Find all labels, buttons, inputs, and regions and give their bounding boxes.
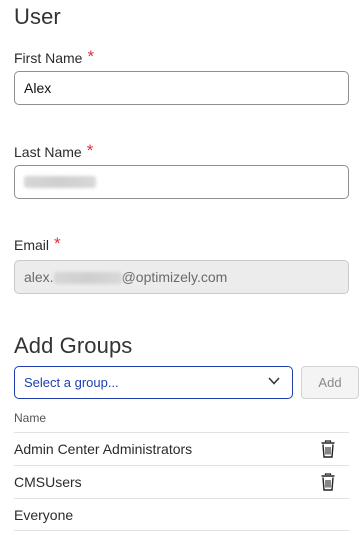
first-name-value: Alex <box>24 80 52 96</box>
trash-icon[interactable] <box>320 473 336 491</box>
divider <box>14 498 349 499</box>
email-input: alex. @optimizely.com <box>14 260 349 294</box>
group-row-name: Everyone <box>14 507 74 523</box>
add-groups-title: Add Groups <box>14 333 133 358</box>
divider <box>14 530 349 531</box>
group-select[interactable]: Select a group... <box>14 366 293 399</box>
email-label-text: Email <box>14 237 50 253</box>
trash-icon[interactable] <box>320 440 336 458</box>
first-name-input[interactable]: Alex <box>14 71 349 105</box>
group-row-name: CMSUsers <box>14 474 82 490</box>
required-asterisk: * <box>87 47 95 66</box>
user-section-title: User <box>14 4 61 29</box>
group-select-placeholder: Select a group... <box>24 375 119 390</box>
email-label: Email * <box>14 234 61 255</box>
divider <box>14 465 349 466</box>
email-value-prefix: alex. <box>24 269 54 285</box>
divider <box>14 432 349 433</box>
last-name-input[interactable] <box>14 165 349 199</box>
redacted-last-name <box>24 175 96 188</box>
chevron-down-icon <box>268 377 280 385</box>
groups-column-header: Name <box>14 411 47 425</box>
required-asterisk: * <box>86 141 94 160</box>
redacted-email-part <box>53 272 122 285</box>
last-name-label-text: Last Name <box>14 144 82 160</box>
add-group-button[interactable]: Add <box>301 366 359 399</box>
first-name-label: First Name * <box>14 47 95 68</box>
email-value-suffix: @optimizely.com <box>121 269 228 285</box>
group-row-name: Admin Center Administrators <box>14 441 193 457</box>
first-name-label-text: First Name <box>14 50 83 66</box>
last-name-label: Last Name * <box>14 141 94 162</box>
required-asterisk: * <box>54 234 61 253</box>
